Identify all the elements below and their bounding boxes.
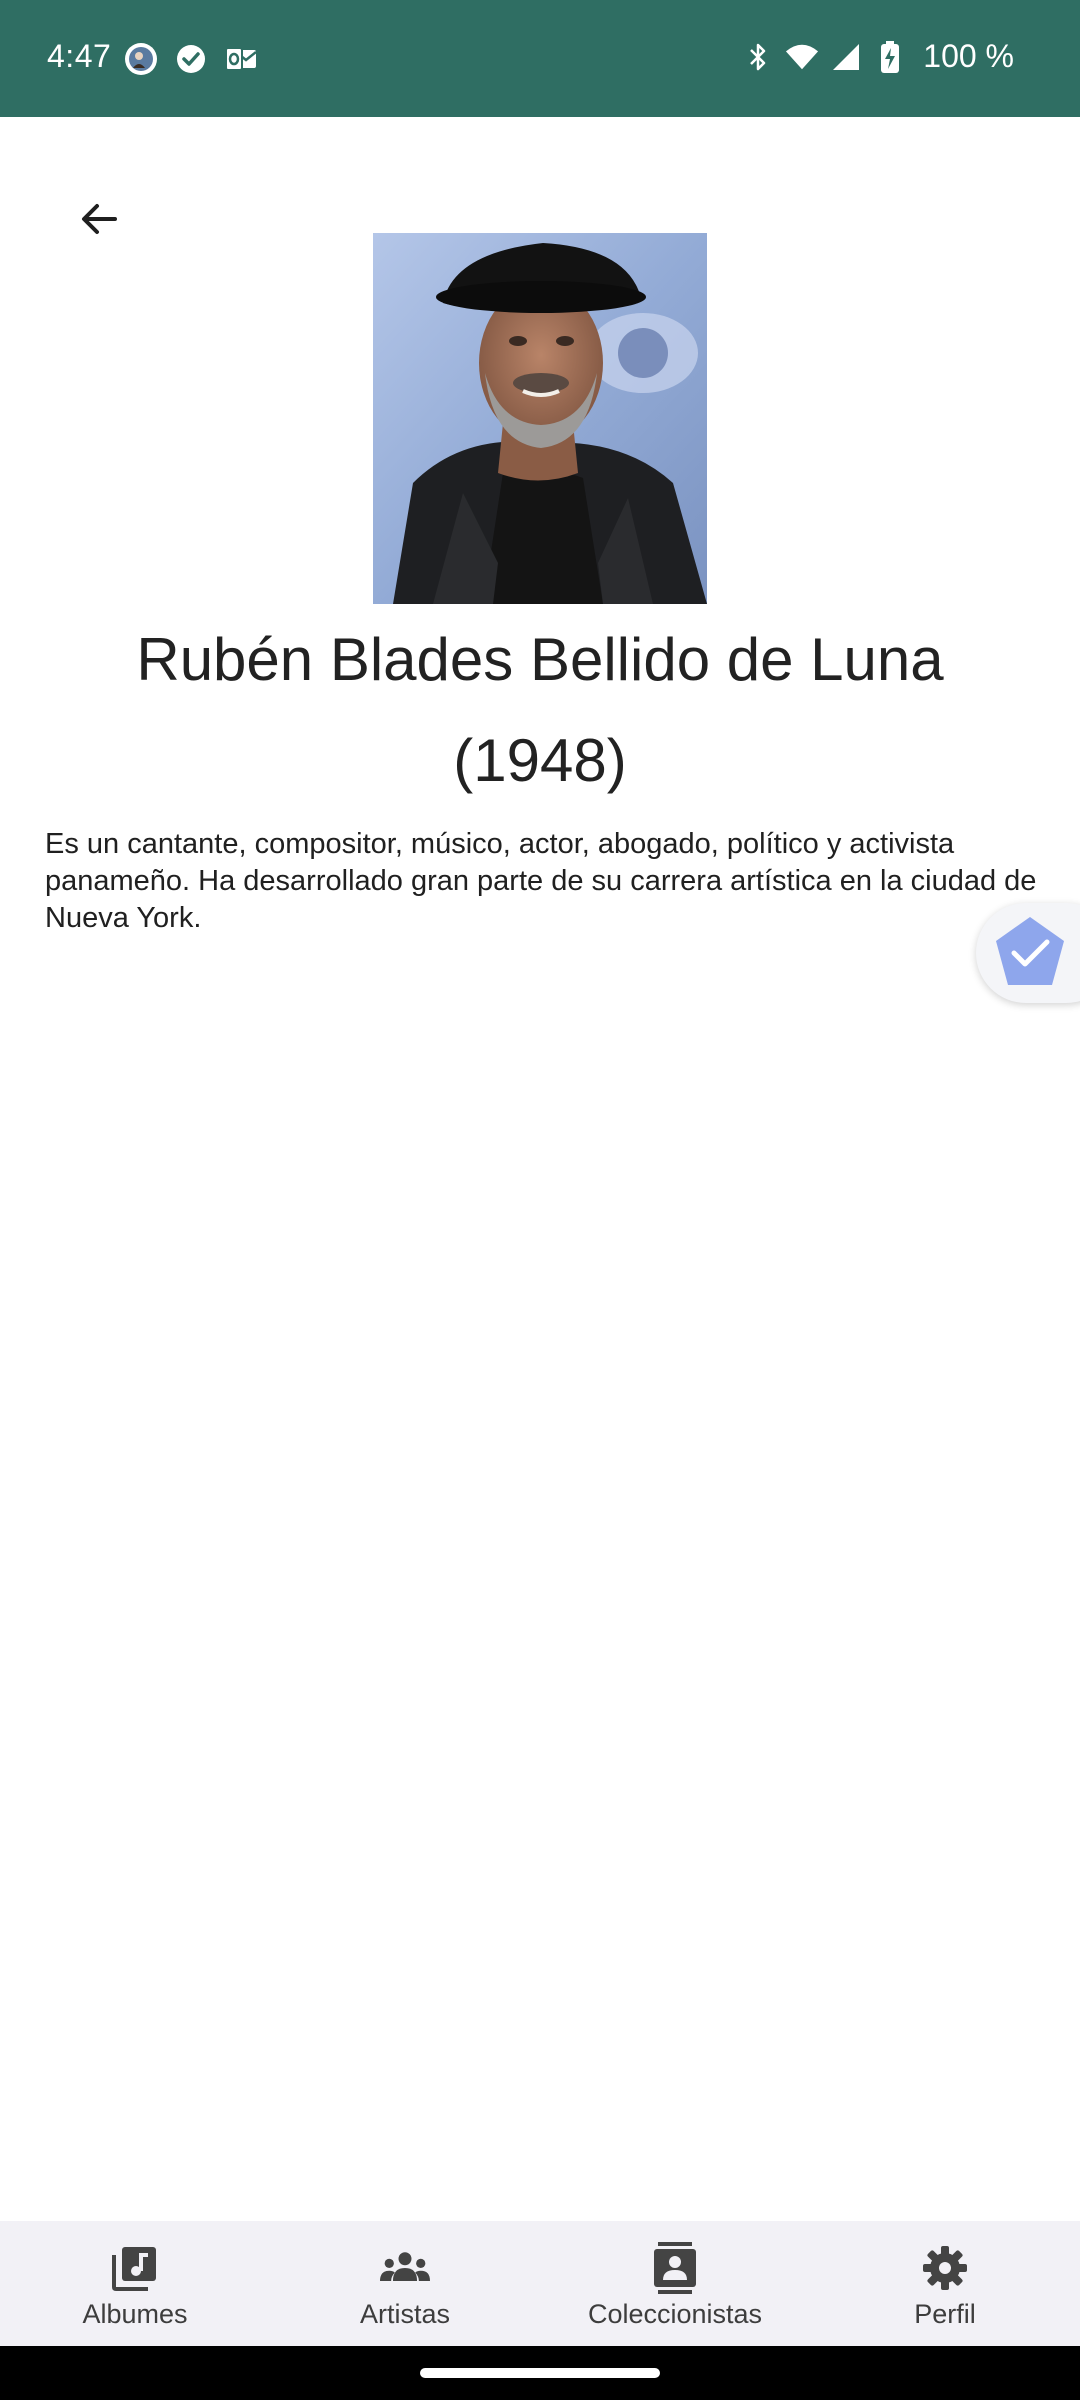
artist-name: Rubén Blades Bellido de Luna: [136, 626, 944, 693]
artist-photo: [373, 233, 707, 604]
artist-description: Es un cantante, compositor, músico, acto…: [45, 828, 1037, 934]
battery-percentage: 100 %: [923, 38, 1014, 74]
nav-label-perfil: Perfil: [914, 2299, 976, 2329]
floating-check-button[interactable]: [976, 903, 1080, 1003]
nav-item-artistas[interactable]: Artistas: [270, 2221, 540, 2346]
groups-icon: [380, 2243, 430, 2293]
arrow-back-icon: [82, 204, 117, 234]
bottom-navigation: Albumes Artistas Coleccionistas Perfil: [0, 2221, 1080, 2346]
bluetooth-icon: [741, 40, 775, 74]
outlook-icon: [224, 42, 258, 76]
nav-item-coleccionistas[interactable]: Coleccionistas: [540, 2221, 810, 2346]
settings-gear-icon: [920, 2243, 970, 2293]
nav-label-albumes: Albumes: [82, 2299, 188, 2329]
nav-label-artistas: Artistas: [359, 2299, 451, 2329]
nav-item-perfil[interactable]: Perfil: [810, 2221, 1080, 2346]
home-gesture-handle[interactable]: [420, 2368, 660, 2378]
status-bar: 4:47 100 %: [0, 0, 1080, 117]
nav-item-albumes[interactable]: Albumes: [0, 2221, 270, 2346]
check-badge-icon: [996, 917, 1064, 985]
back-button[interactable]: [64, 184, 134, 254]
system-navigation-bar: [0, 2346, 1080, 2400]
status-system-icons: 100 %: [741, 38, 1014, 75]
wifi-icon: [785, 40, 819, 74]
artist-detail-screen: 4:47 100 % Rubén Blades Bellido de Luna …: [0, 0, 1080, 2400]
contact-card-icon: [650, 2242, 700, 2294]
battery-charging-icon: [873, 40, 907, 74]
music-library-icon: [110, 2243, 160, 2293]
nav-label-coleccionistas: Coleccionistas: [587, 2299, 763, 2329]
check-circle-icon: [174, 42, 208, 76]
status-time: 4:47: [47, 38, 112, 74]
avatar-notification-icon: [124, 42, 158, 76]
status-notification-icons: [124, 42, 258, 76]
cellular-signal-icon: [829, 40, 863, 74]
artist-birth-year: (1948): [453, 727, 627, 794]
